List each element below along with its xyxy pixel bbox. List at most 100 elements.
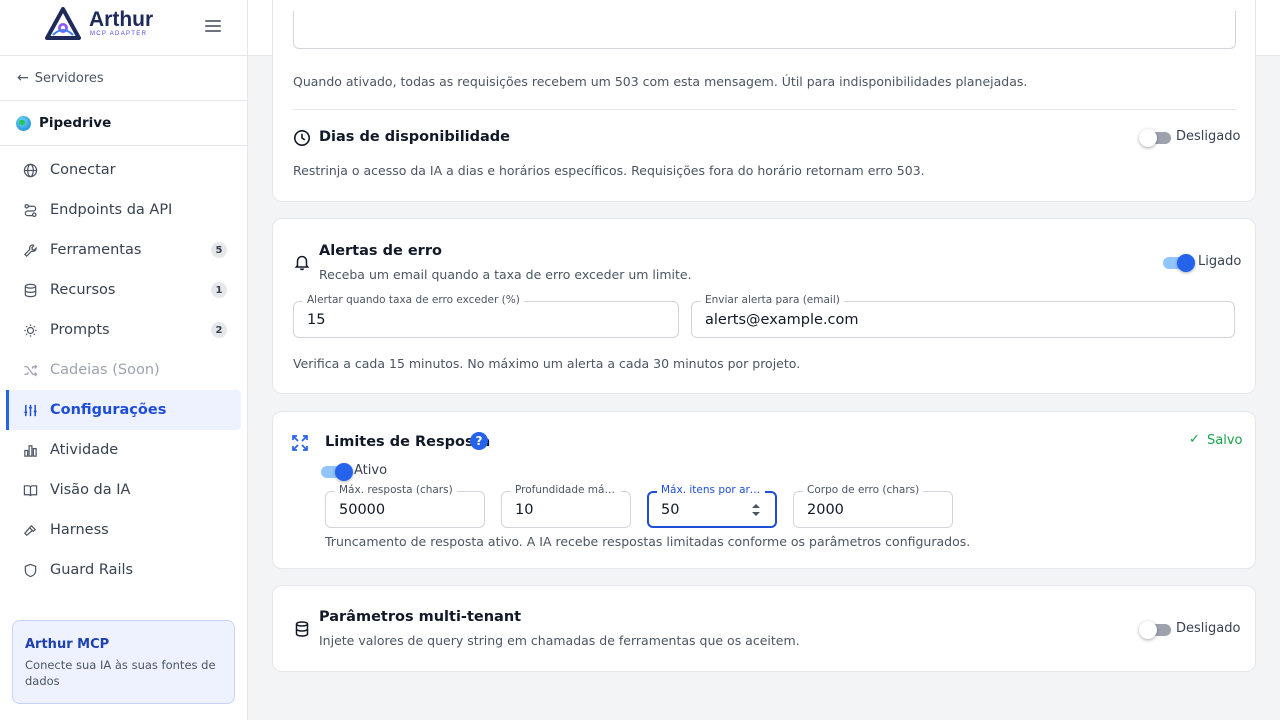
bar-chart-icon	[23, 443, 38, 458]
error-alerts-subtitle: Receba um email quando a taxa de erro ex…	[319, 267, 692, 282]
sidebar-item-prompts[interactable]: Prompts 2	[6, 310, 241, 350]
maintenance-hint: Quando ativado, todas as requisições rec…	[293, 74, 1028, 89]
field-value: 15	[307, 312, 326, 328]
shield-icon	[23, 563, 38, 578]
sidebar-item-label: Cadeias (Soon)	[50, 362, 160, 378]
sidebar-item-atividade[interactable]: Atividade	[6, 430, 241, 470]
globe-icon	[16, 115, 31, 131]
menu-toggle-icon[interactable]	[205, 20, 221, 34]
field-label: Profundidade máx. ...	[511, 484, 621, 496]
help-icon[interactable]: ?	[470, 432, 488, 450]
hammer-icon	[23, 523, 38, 538]
sidebar-item-label: Ferramentas	[50, 242, 142, 258]
response-limits-title: Limites de Resposta	[325, 434, 491, 450]
sidebar-item-label: Configurações	[50, 402, 167, 418]
multitenant-subtitle: Injete valores de query string em chamad…	[319, 633, 800, 648]
field-value: 10	[515, 502, 534, 518]
response-limits-toggle[interactable]	[321, 463, 353, 481]
sidebar-item-label: Recursos	[50, 282, 116, 298]
multitenant-state-label: Desligado	[1176, 621, 1241, 636]
brand-header: Arthur MCP ADAPTER	[0, 0, 247, 56]
field-value: 50	[661, 502, 680, 518]
sidebar-item-label: Prompts	[50, 322, 110, 338]
sidebar-item-visao-da-ia[interactable]: Visão da IA	[6, 470, 241, 510]
back-to-servers-link[interactable]: ← Servidores	[0, 56, 247, 101]
max-array-items-field[interactable]: Máx. itens por array 50	[647, 484, 777, 528]
error-alerts-state-label: Ligado	[1198, 254, 1242, 269]
error-threshold-field[interactable]: Alertar quando taxa de erro exceder (%) …	[293, 294, 679, 338]
field-label: Máx. resposta (chars)	[335, 484, 457, 496]
expand-icon	[291, 434, 309, 452]
server-name-row: Pipedrive	[0, 101, 247, 146]
brand-name: Arthur	[89, 8, 154, 31]
error-alerts-hint: Verifica a cada 15 minutos. No máximo um…	[293, 356, 801, 371]
promo-text: Conecte sua IA às suas fontes de dados	[25, 658, 216, 688]
field-label: Alertar quando taxa de erro exceder (%)	[303, 294, 524, 306]
number-stepper-icon[interactable]	[751, 502, 761, 518]
availability-title: Dias de disponibilidade	[319, 129, 511, 145]
promo-card: Arthur MCP Conecte sua IA às suas fontes…	[12, 620, 235, 704]
lightbulb-icon	[23, 323, 38, 338]
sidebar-item-label: Conectar	[50, 162, 116, 178]
field-label: Enviar alerta para (email)	[701, 294, 844, 306]
error-alerts-toggle[interactable]	[1163, 254, 1195, 272]
saved-status: Salvo	[1207, 433, 1243, 448]
error-alerts-title: Alertas de erro	[319, 243, 442, 259]
sidebar-item-endpoints[interactable]: Endpoints da API	[6, 190, 241, 230]
shuffle-icon	[23, 363, 38, 378]
divider	[293, 109, 1236, 110]
sidebar-item-configuracoes[interactable]: Configurações	[6, 390, 241, 430]
arthur-logo-icon	[45, 7, 81, 40]
route-icon	[23, 203, 38, 218]
count-badge: 5	[211, 242, 227, 258]
alert-email-field[interactable]: Enviar alerta para (email) alerts@exampl…	[691, 294, 1235, 338]
wrench-icon	[23, 243, 38, 258]
sidebar-item-label: Guard Rails	[50, 562, 134, 578]
max-response-field[interactable]: Máx. resposta (chars) 50000	[325, 484, 485, 528]
sliders-icon	[23, 403, 38, 418]
error-body-field[interactable]: Corpo de erro (chars) 2000	[793, 484, 953, 528]
response-limits-hint: Truncamento de resposta ativo. A IA rece…	[325, 534, 971, 549]
max-depth-field[interactable]: Profundidade máx. ... 10	[501, 484, 631, 528]
availability-card: Quando ativado, todas as requisições rec…	[272, 0, 1256, 202]
availability-hint: Restrinja o acesso da IA a dias e horári…	[293, 163, 925, 178]
sidebar-item-label: Endpoints da API	[50, 202, 173, 218]
sidebar-item-label: Harness	[50, 522, 109, 538]
count-badge: 1	[211, 282, 227, 298]
count-badge: 2	[211, 322, 227, 338]
sidebar-nav: Conectar Endpoints da API Ferramentas 5 …	[0, 146, 247, 590]
sidebar-item-guard-rails[interactable]: Guard Rails	[6, 550, 241, 590]
sidebar-item-recursos[interactable]: Recursos 1	[6, 270, 241, 310]
availability-state-label: Desligado	[1176, 129, 1241, 144]
field-label: Máx. itens por array	[657, 484, 765, 496]
arrow-left-icon: ←	[17, 70, 29, 86]
response-limits-state-label: Ativo	[354, 463, 388, 478]
sidebar-item-harness[interactable]: Harness	[6, 510, 241, 550]
sidebar-item-ferramentas[interactable]: Ferramentas 5	[6, 230, 241, 270]
promo-title: Arthur MCP	[25, 637, 110, 652]
error-alerts-card: Alertas de erro Receba um email quando a…	[272, 218, 1256, 394]
database-icon	[23, 283, 38, 298]
server-name: Pipedrive	[39, 115, 112, 131]
field-value: alerts@example.com	[705, 312, 859, 328]
back-label: Servidores	[34, 70, 104, 86]
maintenance-message-input[interactable]	[293, 11, 1236, 49]
brand-text: Arthur MCP ADAPTER	[89, 8, 154, 38]
sidebar: Arthur MCP ADAPTER ← Servidores Pipedriv…	[0, 0, 248, 720]
field-value: 50000	[339, 502, 386, 518]
sidebar-item-cadeias: Cadeias (Soon)	[6, 350, 241, 390]
multitenant-card: Parâmetros multi-tenant Injete valores d…	[272, 585, 1256, 672]
field-value: 2000	[807, 502, 844, 518]
book-open-icon	[23, 483, 38, 498]
brand-subtitle: MCP ADAPTER	[90, 31, 148, 37]
sidebar-item-label: Atividade	[50, 442, 119, 458]
response-limits-card: Limites de Resposta ? ✓ Salvo Ativo Máx.…	[272, 411, 1256, 569]
clock-icon	[293, 129, 311, 147]
sidebar-item-label: Visão da IA	[50, 482, 131, 498]
field-label: Corpo de erro (chars)	[803, 484, 924, 496]
multitenant-toggle[interactable]	[1139, 621, 1171, 639]
multitenant-title: Parâmetros multi-tenant	[319, 609, 522, 625]
database-icon	[293, 620, 311, 638]
availability-toggle[interactable]	[1139, 129, 1171, 147]
sidebar-item-conectar[interactable]: Conectar	[6, 150, 241, 190]
